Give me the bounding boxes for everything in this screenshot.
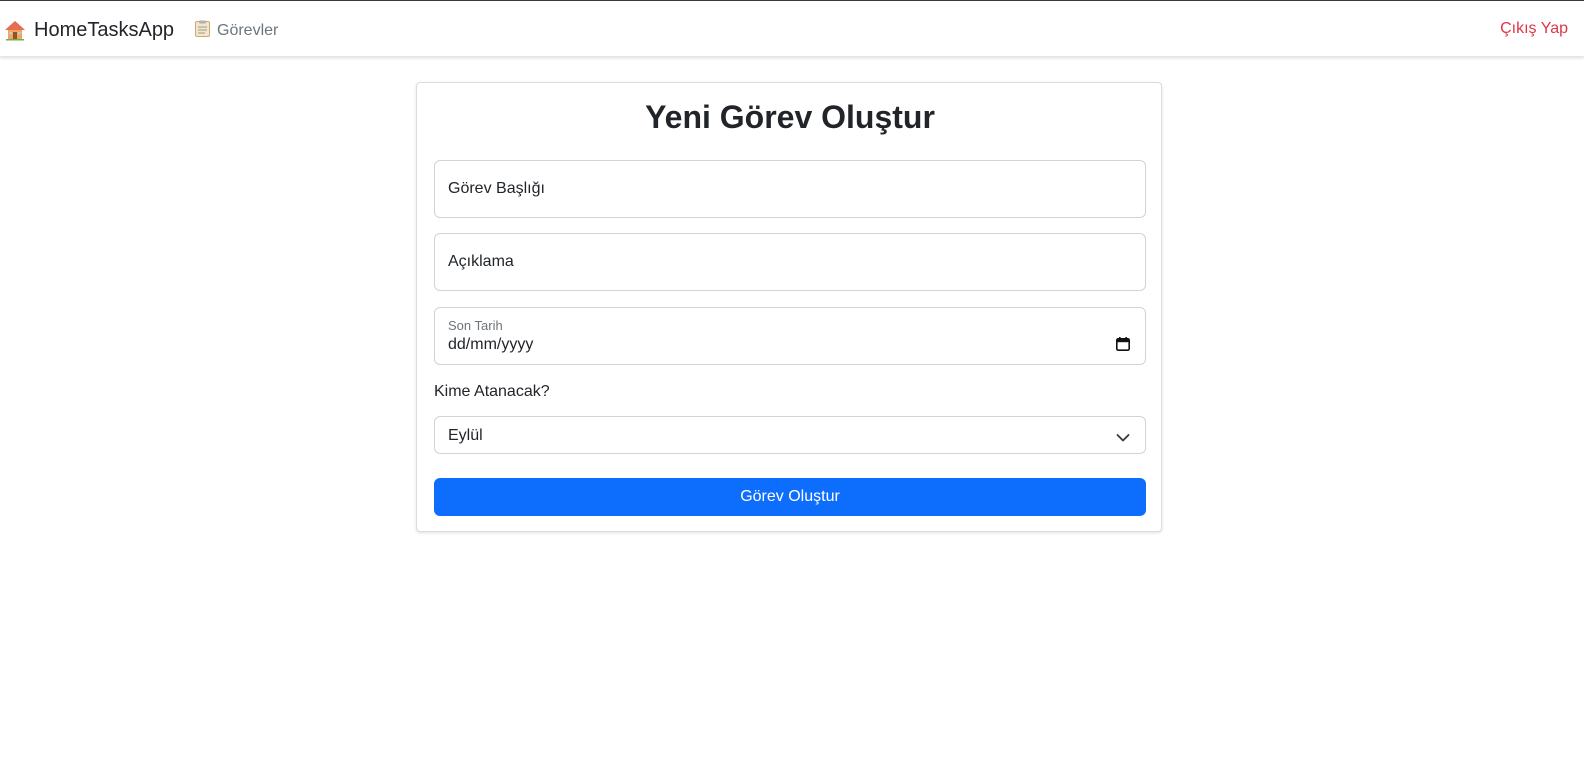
task-title-input[interactable] (435, 161, 1145, 217)
assignee-label: Kime Atanacak? (434, 383, 550, 400)
create-task-card: Yeni Görev Oluştur Son Tarih dd/mm/yyyy … (416, 82, 1162, 532)
description-field (434, 233, 1146, 291)
due-date-field[interactable]: Son Tarih dd/mm/yyyy (434, 307, 1146, 365)
calendar-icon[interactable] (1116, 337, 1130, 356)
due-date-label: Son Tarih (448, 318, 503, 333)
assignee-selected-value: Eylül (448, 427, 483, 444)
page-title: Yeni Görev Oluştur (645, 99, 935, 135)
house-icon (4, 19, 26, 41)
nav-link-tasks[interactable]: Görevler (195, 19, 278, 43)
task-title-field (434, 160, 1146, 218)
due-date-input[interactable]: dd/mm/yyyy (448, 336, 533, 354)
brand-link[interactable]: HomeTasksApp (4, 16, 174, 44)
logout-link[interactable]: Çıkış Yap (1500, 20, 1568, 38)
navbar: HomeTasksApp Görevler Çıkış Yap (0, 1, 1584, 57)
nav-link-tasks-label: Görevler (217, 22, 279, 39)
chevron-down-icon (1116, 430, 1130, 448)
assignee-select[interactable]: Eylül (434, 416, 1146, 454)
brand-label: HomeTasksApp (34, 18, 175, 41)
description-input[interactable] (435, 234, 1145, 290)
create-task-button[interactable]: Görev Oluştur (434, 478, 1146, 516)
clipboard-icon (195, 20, 210, 42)
